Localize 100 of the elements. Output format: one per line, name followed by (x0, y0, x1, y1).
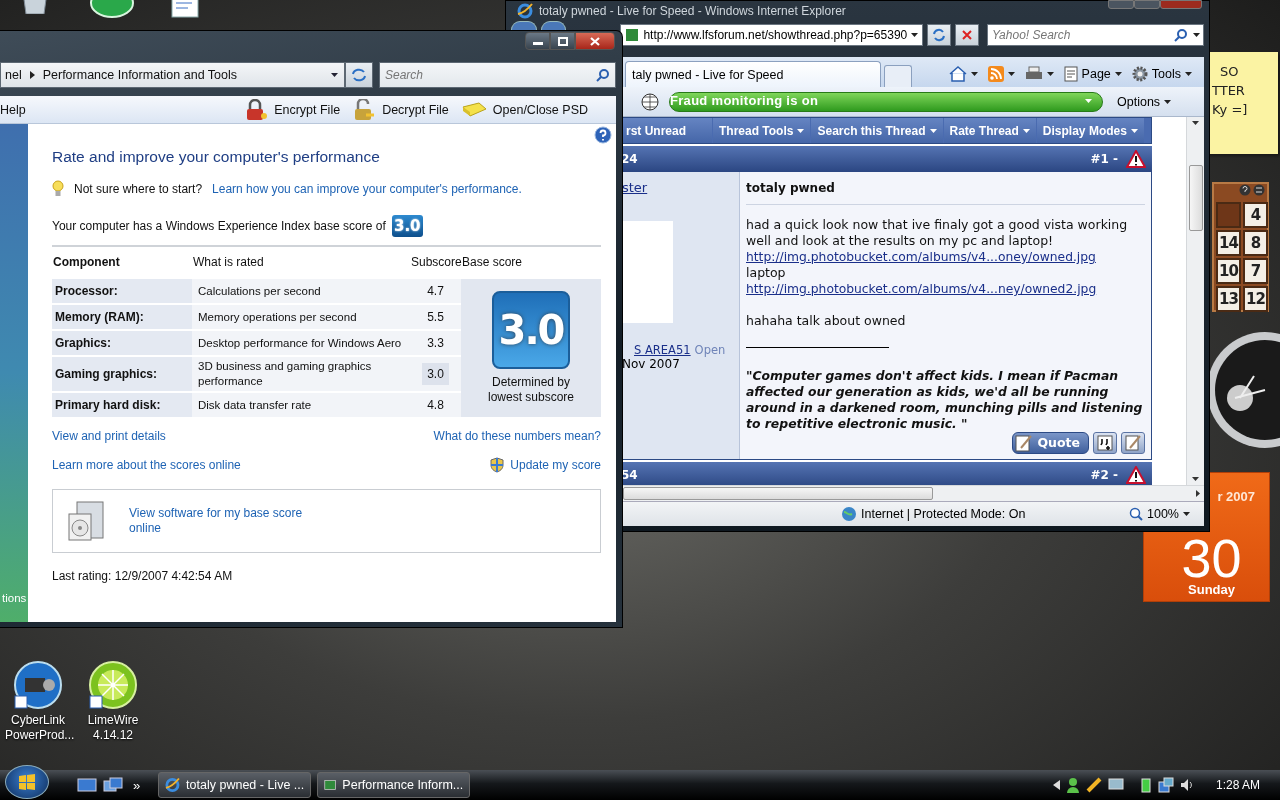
print-button[interactable] (1024, 66, 1054, 82)
forum-menu-button[interactable]: Thread Tools (713, 118, 811, 143)
caret-icon (1193, 33, 1200, 37)
taskbar-button[interactable]: totaly pwned - Live ... (158, 772, 312, 798)
search-icon (1174, 28, 1188, 42)
component-cell: Primary hard disk: (52, 393, 192, 417)
author-link[interactable]: ster (622, 180, 739, 195)
right-arrow-icon (1196, 490, 1200, 497)
menu-item[interactable]: Help (0, 102, 26, 117)
calendar-weekday: Sunday (1188, 582, 1235, 597)
improve-link[interactable]: Learn how you can improve your computer's performance. (212, 181, 522, 196)
warning-icon[interactable] (1126, 150, 1146, 168)
signature-text: "Computer games don't affect kids. I mean if Pacman affected our generation as kids, we'd all be running around in a darkened room, munching pills and listening to repetitive electronic music. " (746, 368, 1144, 432)
software-link[interactable]: View software for my base score online (129, 506, 309, 536)
battery-icon[interactable] (1139, 777, 1152, 793)
post-link[interactable]: http://img.photobucket.com/albums/v4...oney/owned.jpg (746, 249, 1145, 265)
multiquote-button[interactable] (1093, 432, 1117, 454)
start-button[interactable] (5, 765, 49, 799)
search-field[interactable]: Search (379, 62, 616, 88)
minimize-button[interactable] (525, 32, 550, 50)
location-link[interactable]: S AREA51 (634, 343, 691, 357)
quote-button[interactable]: Quote (1012, 432, 1089, 454)
breadcrumb-item[interactable]: nel (5, 68, 22, 82)
help-link[interactable]: Learn more about the scores online (52, 458, 241, 472)
volume-icon[interactable] (1179, 778, 1194, 792)
forum-menu-button[interactable]: Display Modes (1036, 118, 1144, 143)
forum-menu-button[interactable]: Search this Thread (811, 118, 943, 143)
toolbar-button[interactable]: Decrypt File (352, 98, 449, 121)
help-link[interactable]: View and print details (52, 429, 166, 443)
close-button[interactable] (575, 32, 615, 50)
close-icon (961, 29, 974, 41)
tools-button[interactable]: Tools (1131, 66, 1192, 82)
quote-plus-icon (1097, 435, 1113, 451)
breadcrumb-bar[interactable]: nel Performance Information and Tools (0, 62, 345, 88)
refresh-button[interactable] (345, 62, 373, 88)
help-link[interactable]: Update my score (510, 458, 601, 472)
rated-cell: 3D business and gaming graphics performance (192, 357, 410, 391)
feeds-button[interactable] (987, 66, 1015, 82)
stop-button[interactable] (955, 24, 979, 46)
post-link[interactable]: http://img.photobucket.com/albums/v4...ney/owned2.jpg (746, 281, 1145, 297)
desktop-shortcut[interactable]: LimeWire 4.14.12 (80, 660, 146, 743)
show-desktop-icon[interactable] (77, 777, 97, 793)
component-cell: Graphics: (52, 331, 192, 355)
caret-icon (331, 73, 338, 77)
post-number-link[interactable]: #1 - (1090, 152, 1118, 166)
breadcrumb-item[interactable]: Performance Information and Tools (42, 68, 237, 82)
vertical-scrollbar[interactable] (1186, 117, 1204, 485)
caret-icon (929, 128, 937, 133)
help-icon[interactable] (1239, 184, 1251, 196)
edit-button[interactable] (1121, 432, 1145, 454)
network-icon[interactable] (1157, 777, 1174, 793)
forum-menu-button[interactable]: Rate Thread (943, 118, 1036, 143)
puzzle-tile[interactable]: 10 (1216, 258, 1241, 284)
document-pen-icon (1015, 434, 1034, 452)
tray-expand-icon[interactable] (1052, 780, 1060, 790)
options-button[interactable]: Options (1117, 94, 1172, 109)
puzzle-tile[interactable]: 12 (1243, 286, 1268, 312)
taskbar-button[interactable]: Performance Inform... (317, 772, 471, 798)
puzzle-tile[interactable]: 7 (1243, 258, 1268, 284)
warning-icon[interactable] (1126, 466, 1146, 484)
window-icon (324, 778, 337, 792)
column-header: What is rated (192, 254, 265, 271)
help-link[interactable]: What do these numbers mean? (433, 429, 601, 443)
horizontal-scrollbar[interactable] (623, 485, 1204, 501)
switch-windows-icon[interactable] (103, 777, 123, 793)
puzzle-tile[interactable]: 4 (1243, 202, 1268, 228)
scrollbar-thumb[interactable] (1188, 165, 1203, 231)
subscore-cell-text: 4.7 (426, 283, 445, 300)
caret-icon (1085, 98, 1092, 103)
puzzle-tile[interactable]: 8 (1243, 230, 1268, 256)
printer-icon (1024, 66, 1043, 82)
column-header: Base score (461, 254, 524, 271)
join-date: Nov 2007 (622, 357, 681, 371)
maximize-button[interactable] (550, 32, 575, 50)
puzzle-gadget[interactable]: 4 14 8 10 7 13 12 (1212, 182, 1269, 312)
toolbar-button[interactable]: Encrypt File (244, 98, 341, 121)
puzzle-tile[interactable]: 14 (1216, 230, 1241, 256)
more-button[interactable]: » (133, 777, 141, 793)
post-number-link[interactable]: #2 - (1090, 468, 1118, 482)
home-button[interactable] (948, 66, 978, 82)
refresh-button[interactable] (927, 24, 952, 46)
rated-cell: Disk data transfer rate (192, 393, 410, 417)
component-cell: Processor: (52, 279, 192, 303)
caret-icon (1046, 72, 1054, 76)
search-field[interactable]: Yahoo! Search (987, 24, 1204, 46)
base-score-caption: Determined by lowest subscore (486, 375, 575, 405)
refresh-icon (932, 28, 947, 42)
browser-tab[interactable]: taly pwned - Live for Speed (625, 61, 881, 87)
page-button[interactable]: Page (1063, 66, 1122, 82)
maximize-icon (557, 36, 568, 46)
puzzle-tile[interactable]: 13 (1216, 286, 1241, 312)
camera-icon (13, 660, 63, 710)
address-bar[interactable]: http://www.lfsforum.net/showthread.php?p=65390 (620, 24, 924, 46)
help-icon[interactable] (594, 126, 612, 144)
forum-menu-button[interactable]: rst Unread (620, 118, 712, 143)
monitor-icon[interactable] (1107, 777, 1124, 793)
zoom-button[interactable]: 100% (1129, 507, 1190, 521)
user-icon[interactable] (1065, 777, 1080, 793)
toolbar-button[interactable]: Open/Close PSD (460, 98, 588, 121)
shuffle-icon[interactable] (1253, 184, 1265, 196)
